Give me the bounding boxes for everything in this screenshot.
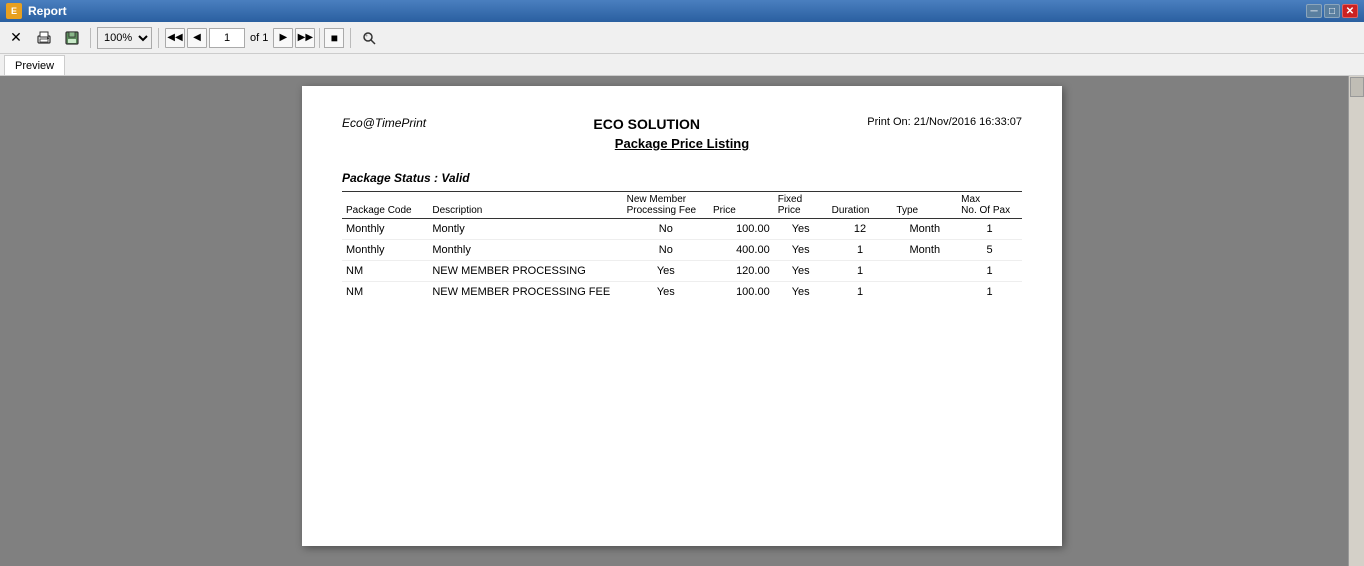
cell-max: 1: [957, 219, 1022, 240]
cell-type: [892, 282, 957, 303]
table-row: MonthlyMonthlyNo400.00Yes1Month5: [342, 240, 1022, 261]
separator-3: [319, 28, 320, 48]
cell-description: NEW MEMBER PROCESSING FEE: [428, 282, 622, 303]
main-area: Eco@TimePrint ECO SOLUTION Print On: 21/…: [0, 76, 1364, 566]
zoom-select[interactable]: 100% 50% 75% 125% 150%: [97, 27, 152, 49]
page-of-label: of 1: [250, 32, 268, 44]
separator-2: [158, 28, 159, 48]
col-header-fixed: FixedPrice: [774, 192, 828, 219]
col-header-code: Package Code: [342, 192, 428, 219]
cell-description: Montly: [428, 219, 622, 240]
cell-fixed: Yes: [774, 282, 828, 303]
title-bar: E Report ─ □ ✕: [0, 0, 1364, 22]
cell-code: NM: [342, 261, 428, 282]
cell-fee: No: [623, 219, 709, 240]
tab-bar: Preview: [0, 54, 1364, 76]
cell-description: NEW MEMBER PROCESSING: [428, 261, 622, 282]
maximize-button[interactable]: □: [1324, 4, 1340, 18]
report-paper: Eco@TimePrint ECO SOLUTION Print On: 21/…: [302, 86, 1062, 546]
col-header-duration: Duration: [828, 192, 893, 219]
close-report-button[interactable]: ✕: [4, 26, 28, 50]
col-header-max: MaxNo. Of Pax: [957, 192, 1022, 219]
cell-price: 100.00: [709, 282, 774, 303]
col-header-price: Price: [709, 192, 774, 219]
cell-price: 400.00: [709, 240, 774, 261]
cell-duration: 12: [828, 219, 893, 240]
cell-duration: 1: [828, 282, 893, 303]
report-date: Print On: 21/Nov/2016 16:33:07: [867, 116, 1022, 128]
scrollbar-track[interactable]: [1348, 76, 1364, 566]
next-page-button[interactable]: ▶: [273, 28, 293, 48]
last-page-button[interactable]: ▶▶: [295, 28, 315, 48]
scrollbar-thumb[interactable]: [1350, 77, 1364, 97]
col-header-type: Type: [892, 192, 957, 219]
table-row: MonthlyMontlyNo100.00Yes12Month1: [342, 219, 1022, 240]
cell-type: [892, 261, 957, 282]
close-button[interactable]: ✕: [1342, 4, 1358, 18]
print-button[interactable]: [32, 26, 56, 50]
search-button[interactable]: [357, 26, 381, 50]
report-title: Package Price Listing: [342, 136, 1022, 151]
cell-fixed: Yes: [774, 219, 828, 240]
cell-fee: Yes: [623, 282, 709, 303]
prev-page-button[interactable]: ◀: [187, 28, 207, 48]
report-company: ECO SOLUTION: [426, 116, 867, 132]
col-header-description: Description: [428, 192, 622, 219]
minimize-button[interactable]: ─: [1306, 4, 1322, 18]
cell-max: 1: [957, 261, 1022, 282]
cell-fee: Yes: [623, 261, 709, 282]
cell-code: NM: [342, 282, 428, 303]
window-title: Report: [28, 4, 1306, 18]
package-status: Package Status : Valid: [342, 171, 1022, 185]
cell-description: Monthly: [428, 240, 622, 261]
app-icon: E: [6, 3, 22, 19]
cell-price: 120.00: [709, 261, 774, 282]
cell-fixed: Yes: [774, 261, 828, 282]
cell-type: Month: [892, 240, 957, 261]
page-navigation: ◀◀ ◀ of 1 ▶ ▶▶ ■: [165, 28, 344, 48]
report-header: Eco@TimePrint ECO SOLUTION Print On: 21/…: [342, 116, 1022, 132]
report-logo: Eco@TimePrint: [342, 116, 426, 130]
report-table: Package Code Description New MemberProce…: [342, 191, 1022, 302]
save-button[interactable]: [60, 26, 84, 50]
cell-fixed: Yes: [774, 240, 828, 261]
first-page-button[interactable]: ◀◀: [165, 28, 185, 48]
stop-button[interactable]: ■: [324, 28, 344, 48]
preview-tab[interactable]: Preview: [4, 55, 65, 75]
cell-code: Monthly: [342, 240, 428, 261]
cell-max: 5: [957, 240, 1022, 261]
cell-max: 1: [957, 282, 1022, 303]
page-number-input[interactable]: [209, 28, 245, 48]
cell-code: Monthly: [342, 219, 428, 240]
cell-type: Month: [892, 219, 957, 240]
cell-fee: No: [623, 240, 709, 261]
toolbar: ✕ 100% 50% 75% 125% 150% ◀◀ ◀ of 1 ▶ ▶▶ …: [0, 22, 1364, 54]
separator-1: [90, 28, 91, 48]
table-row: NMNEW MEMBER PROCESSING FEEYes100.00Yes1…: [342, 282, 1022, 303]
col-header-fee: New MemberProcessing Fee: [623, 192, 709, 219]
separator-4: [350, 28, 351, 48]
window-controls: ─ □ ✕: [1306, 4, 1358, 18]
cell-duration: 1: [828, 240, 893, 261]
cell-price: 100.00: [709, 219, 774, 240]
cell-duration: 1: [828, 261, 893, 282]
table-row: NMNEW MEMBER PROCESSINGYes120.00Yes11: [342, 261, 1022, 282]
